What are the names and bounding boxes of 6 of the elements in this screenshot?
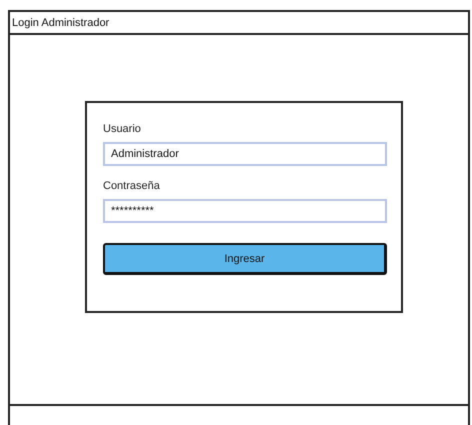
window-title: Login Administrador [12,16,110,28]
username-field[interactable]: Administrador [103,142,387,166]
login-button[interactable]: Ingresar [103,243,387,275]
password-label: Contraseña [103,180,161,192]
password-field[interactable]: ********** [103,199,387,223]
username-label: Usuario [103,123,142,135]
